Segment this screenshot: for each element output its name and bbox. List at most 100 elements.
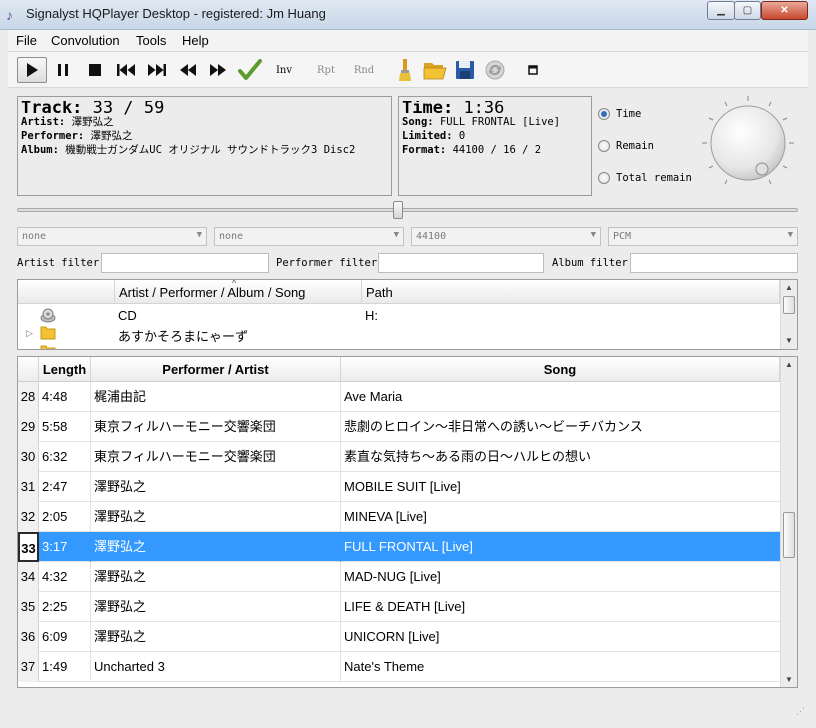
rewind-button[interactable] [175, 57, 201, 83]
close-button[interactable]: ✕ [761, 1, 808, 20]
tree-row-cd[interactable]: CD [118, 308, 137, 323]
time-info-panel: Time: 1:36 Song: FULL FRONTAL [Live] Lim… [398, 96, 592, 196]
seek-slider-handle[interactable] [393, 201, 403, 219]
apply-button[interactable] [236, 57, 264, 83]
scroll-down-icon[interactable]: ▼ [781, 336, 797, 345]
dither-select[interactable]: none ▼ [214, 227, 404, 246]
table-row[interactable]: 28 4:48 梶浦由記 Ave Maria [18, 382, 780, 412]
table-row[interactable]: 37 1:49 Uncharted 3 Nate's Theme [18, 652, 780, 682]
open-button[interactable] [422, 57, 448, 83]
scroll-up-icon[interactable]: ▲ [781, 360, 797, 369]
playlist-header-song[interactable]: Song [341, 357, 780, 382]
tree-scrollbar[interactable]: ▲ ▼ [780, 280, 797, 349]
minimize-button[interactable]: ▁ [707, 1, 735, 20]
rate-select[interactable]: 44100 ▼ [411, 227, 601, 246]
row-number: 35 [18, 592, 39, 622]
row-song: 悲劇のヒロイン～非日常への誘い～ビーチバカンス [344, 419, 643, 434]
menu-help[interactable]: Help [182, 33, 209, 48]
playlist-scroll-thumb[interactable] [783, 512, 795, 558]
refresh-button[interactable] [482, 57, 508, 83]
menu-tools[interactable]: Tools [136, 33, 166, 48]
repeat-button[interactable]: Rpt [312, 57, 340, 83]
cd-drive-icon [40, 308, 56, 323]
clear-button[interactable] [394, 57, 416, 83]
play-icon [27, 63, 38, 77]
play-button[interactable] [17, 57, 47, 83]
menu-convolution[interactable]: Convolution [51, 33, 120, 48]
checkmark-icon [238, 59, 262, 80]
performer-filter-input[interactable] [378, 253, 544, 273]
previous-track-button[interactable] [113, 57, 139, 83]
seek-slider-track[interactable] [17, 208, 798, 212]
row-song: MAD-NUG [Live] [344, 569, 441, 584]
radio-unchecked-icon [598, 172, 610, 184]
stop-icon [89, 64, 101, 76]
row-length: 4:48 [39, 382, 91, 412]
random-button[interactable]: Rnd [350, 57, 378, 83]
format-value: 44100 / 16 / 2 [452, 144, 542, 156]
next-track-button[interactable] [144, 57, 170, 83]
row-performer: 東京フィルハーモニー交響楽団 [91, 412, 341, 442]
table-row[interactable]: 35 2:25 澤野弘之 LIFE & DEATH [Live] [18, 592, 780, 622]
row-length: 5:58 [39, 412, 91, 442]
radio-checked-icon [598, 108, 610, 120]
title-bar[interactable]: ♪ Signalyst HQPlayer Desktop - registere… [0, 0, 816, 30]
filter-select-value: none [22, 231, 47, 242]
row-length: 6:09 [39, 622, 91, 652]
radio-total-remain[interactable]: Total remain [598, 172, 692, 184]
pause-button[interactable] [51, 57, 75, 83]
tree-row-cd-path: H: [365, 308, 378, 323]
invert-button[interactable]: Inv [270, 57, 298, 83]
stop-button[interactable] [83, 57, 107, 83]
row-number: 33 [18, 532, 39, 562]
maximize-button[interactable]: ▢ [734, 1, 761, 20]
table-row[interactable]: 33 3:17 澤野弘之 FULL FRONTAL [Live] [18, 532, 780, 562]
playlist-header-length[interactable]: Length [39, 357, 91, 382]
artist-filter-input[interactable] [101, 253, 269, 273]
album-filter-label: Album filter [552, 257, 628, 269]
volume-knob[interactable] [698, 93, 798, 193]
pause-icon [58, 64, 68, 76]
playlist-scrollbar[interactable]: ▲ ▼ [780, 357, 797, 687]
tree-header-path[interactable]: Path [362, 280, 780, 304]
tree-header-name[interactable]: Artist / Performer / Album / Song [115, 280, 362, 304]
album-filter-input[interactable] [630, 253, 798, 273]
row-number: 34 [18, 562, 39, 592]
format-label: Format: [402, 144, 447, 156]
playlist-header-performer[interactable]: Performer / Artist [91, 357, 341, 382]
playlist-table[interactable]: Length Performer / Artist Song 28 4:48 梶浦由… [17, 356, 798, 688]
artist-value: 澤野弘之 [71, 116, 114, 128]
table-row[interactable]: 29 5:58 東京フィルハーモニー交響楽団 悲劇のヒロイン～非日常への誘い～ビーチバ… [18, 412, 780, 442]
table-row[interactable]: 36 6:09 澤野弘之 UNICORN [Live] [18, 622, 780, 652]
table-row[interactable]: 31 2:47 澤野弘之 MOBILE SUIT [Live] [18, 472, 780, 502]
scroll-up-icon[interactable]: ▲ [781, 283, 797, 292]
table-row[interactable]: 34 4:32 澤野弘之 MAD-NUG [Live] [18, 562, 780, 592]
table-row[interactable]: 32 2:05 澤野弘之 MINEVA [Live] [18, 502, 780, 532]
expand-arrow-icon[interactable]: ▷ [26, 328, 33, 339]
song-value: FULL FRONTAL [Live] [439, 116, 561, 128]
tree-scroll-thumb[interactable] [783, 296, 795, 314]
radio-remain[interactable]: Remain [598, 140, 654, 152]
tree-row-folder[interactable]: あすかそろまにゃーず [118, 326, 248, 345]
filter-select[interactable]: none ▼ [17, 227, 207, 246]
save-button[interactable] [453, 57, 477, 83]
library-tree[interactable]: Artist / Performer / Album / Song Path ^… [17, 279, 798, 350]
radio-time[interactable]: Time [598, 108, 641, 120]
menu-file[interactable]: File [16, 33, 37, 48]
limited-label: Limited: [402, 130, 453, 142]
mode-select[interactable]: PCM ▼ [608, 227, 798, 246]
resize-grip-icon[interactable]: ⋰ [796, 706, 808, 718]
window-icon [528, 65, 538, 75]
folder-icon [40, 326, 56, 340]
mini-mode-button[interactable] [526, 57, 540, 83]
skip-forward-icon [148, 64, 166, 76]
table-row[interactable]: 30 6:32 東京フィルハーモニー交響楽団 素直な気持ち～ある雨の日～ハルヒの想い [18, 442, 780, 472]
fast-forward-button[interactable] [205, 57, 231, 83]
scroll-down-icon[interactable]: ▼ [781, 675, 797, 684]
row-song: MINEVA [Live] [344, 509, 427, 524]
dither-select-value: none [219, 231, 244, 242]
row-length: 4:32 [39, 562, 91, 592]
radio-total-remain-label: Total remain [616, 172, 692, 184]
row-length: 2:47 [39, 472, 91, 502]
row-performer: 澤野弘之 [91, 622, 341, 652]
